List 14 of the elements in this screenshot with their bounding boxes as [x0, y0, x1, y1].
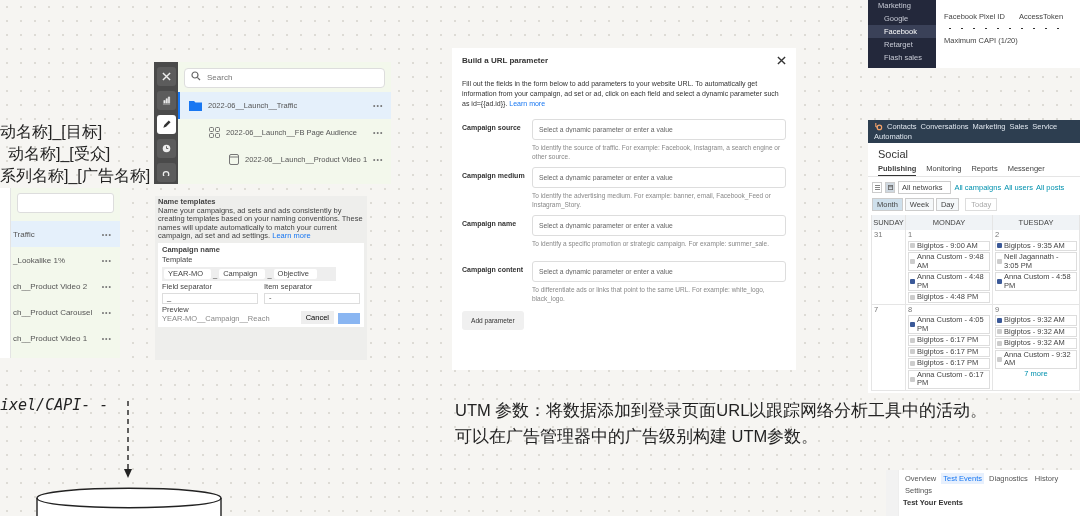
row-label: ch__Product Video 2	[13, 281, 88, 291]
row-label: _Lookalike 1%	[13, 255, 66, 265]
row-label: ch__Product Video 1	[13, 333, 88, 343]
caption-line: UTM 参数：将数据添加到登录页面URL以跟踪网络分析工具中的活动。	[455, 400, 988, 420]
naming-note: 系列名称]_[广告名称]	[0, 166, 151, 186]
handwritten-label: ixel/CAPI- -	[0, 396, 110, 414]
caption-line: 可以在广告管理器中的广告级别构建 UTM参数。	[455, 426, 820, 446]
naming-note: 动名称]_[受众]	[7, 144, 112, 164]
search-field[interactable]: Search	[184, 67, 386, 88]
dialog-title: Build a URL parameter	[462, 56, 549, 65]
row-label: ch__Product Carousel	[13, 307, 93, 317]
page-title: Social	[878, 148, 909, 160]
naming-note: 动名称]_[目标]	[0, 122, 104, 142]
row-label: Traffic	[13, 229, 35, 239]
